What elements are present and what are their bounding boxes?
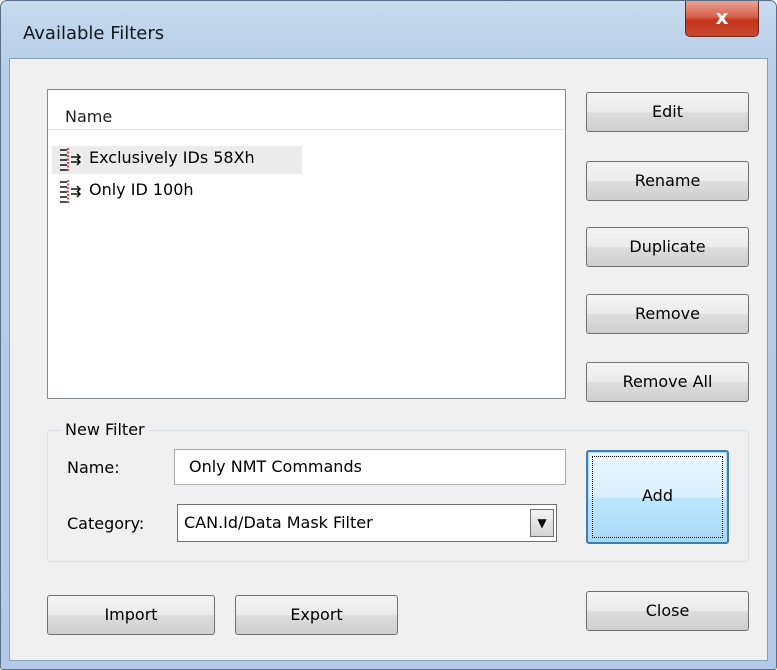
dropdown-arrow-button[interactable]: ▼ [530, 509, 554, 537]
filters-list[interactable]: Name Exclusively IDs 58Xh Only ID 100h [47, 89, 566, 399]
category-label: Category: [67, 514, 145, 533]
add-button[interactable]: Add [586, 450, 729, 544]
new-filter-group-title: New Filter [61, 420, 149, 439]
close-button[interactable]: Close [586, 591, 749, 631]
remove-all-button[interactable]: Remove All [586, 362, 749, 402]
rename-button[interactable]: Rename [586, 161, 749, 201]
focus-rectangle [592, 456, 723, 538]
name-label: Name: [67, 458, 120, 477]
list-item-label: Only ID 100h [89, 180, 194, 199]
close-window-button[interactable]: x [685, 1, 759, 37]
category-select[interactable]: CAN.Id/Data Mask Filter ▼ [177, 504, 557, 542]
duplicate-button[interactable]: Duplicate [586, 227, 749, 267]
filter-icon [60, 148, 81, 172]
chevron-down-icon: ▼ [537, 516, 547, 530]
filter-icon [60, 180, 81, 204]
category-select-value: CAN.Id/Data Mask Filter [184, 513, 373, 532]
window-title: Available Filters [23, 23, 165, 44]
list-item-label: Exclusively IDs 58Xh [89, 148, 255, 167]
close-icon: x [715, 5, 729, 29]
import-button[interactable]: Import [47, 595, 215, 635]
list-item[interactable]: Exclusively IDs 58Xh [52, 146, 302, 174]
export-button[interactable]: Export [235, 595, 398, 635]
edit-button[interactable]: Edit [586, 92, 749, 132]
list-item[interactable]: Only ID 100h [52, 178, 302, 206]
filter-name-input[interactable]: Only NMT Commands [174, 449, 566, 485]
column-header-name: Name [65, 107, 113, 126]
list-column-header[interactable]: Name [49, 91, 564, 130]
remove-button[interactable]: Remove [586, 294, 749, 334]
